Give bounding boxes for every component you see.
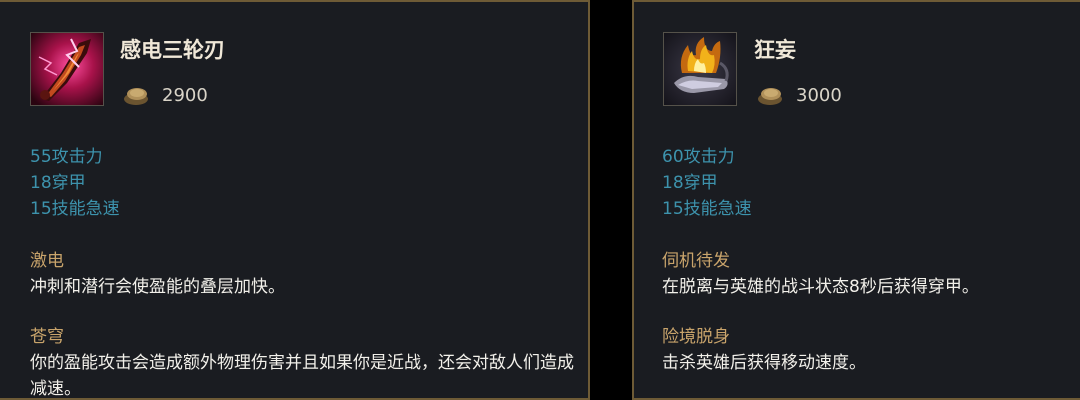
passive-name: 伺机待发	[662, 251, 730, 271]
lightning-blade-item-icon[interactable]	[30, 32, 104, 106]
passive-block: 险境脱身 击杀英雄后获得移动速度。	[662, 324, 1072, 376]
flaming-hand-item-icon[interactable]	[663, 32, 737, 106]
passive-description: 冲刺和潜行会使盈能的叠层加快。	[30, 277, 285, 297]
stat-line: 15技能急速	[662, 199, 752, 219]
stat-line: 18穿甲	[662, 173, 718, 193]
stat-line: 55攻击力	[30, 147, 103, 167]
passive-block: 激电 冲刺和潜行会使盈能的叠层加快。	[30, 248, 575, 300]
stat-line: 18穿甲	[30, 173, 86, 193]
passive-name: 险境脱身	[662, 327, 730, 347]
item-cost: 2900	[122, 82, 208, 108]
item-tooltip-right: 狂妄 3000 60攻击力 18穿甲 15技能急速 伺机待发 在脱离与英雄的战斗…	[632, 0, 1080, 400]
cost-value: 2900	[162, 84, 208, 106]
passive-block: 苍穹 你的盈能攻击会造成额外物理伤害并且如果你是近战，还会对敌人们造成减速。	[30, 324, 575, 399]
item-cost: 3000	[756, 82, 842, 108]
item-tooltip-left: 感电三轮刃 2900 55攻击力 18穿甲 15技能急速 激电 冲刺和潜行会使盈…	[0, 0, 590, 400]
gold-coin-icon	[756, 83, 784, 107]
passive-name: 苍穹	[30, 327, 64, 347]
passive-name: 激电	[30, 251, 64, 271]
stat-line: 15技能急速	[30, 199, 120, 219]
passive-description: 你的盈能攻击会造成额外物理伤害并且如果你是近战，还会对敌人们造成减速。	[30, 353, 574, 399]
stat-list: 55攻击力 18穿甲 15技能急速	[30, 144, 120, 222]
cost-value: 3000	[796, 84, 842, 106]
gold-coin-icon	[122, 83, 150, 107]
item-name: 狂妄	[754, 38, 796, 62]
stat-line: 60攻击力	[662, 147, 735, 167]
item-comparison: 感电三轮刃 2900 55攻击力 18穿甲 15技能急速 激电 冲刺和潜行会使盈…	[0, 0, 1080, 400]
item-name: 感电三轮刃	[120, 38, 225, 62]
passive-description: 在脱离与英雄的战斗状态8秒后获得穿甲。	[662, 277, 979, 297]
passive-description: 击杀英雄后获得移动速度。	[662, 353, 866, 373]
passive-block: 伺机待发 在脱离与英雄的战斗状态8秒后获得穿甲。	[662, 248, 1072, 300]
stat-list: 60攻击力 18穿甲 15技能急速	[662, 144, 752, 222]
